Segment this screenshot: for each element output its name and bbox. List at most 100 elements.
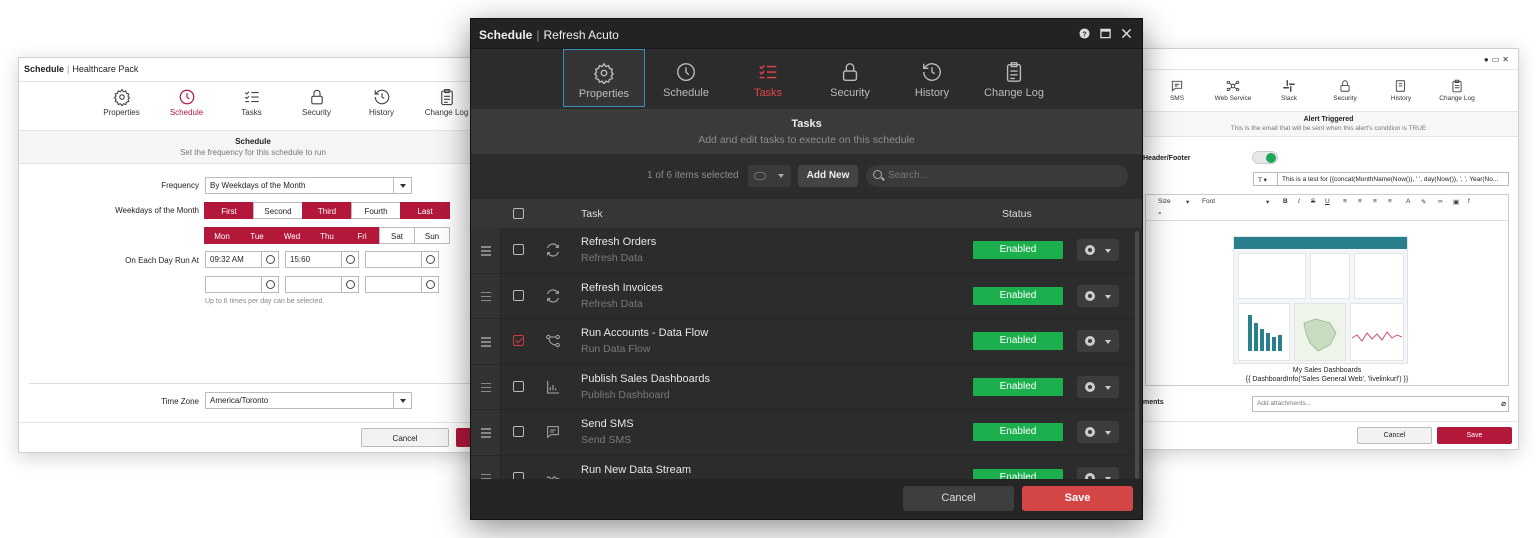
row-checkbox[interactable]: [513, 426, 524, 437]
paperclip-icon[interactable]: ⌀: [1501, 399, 1506, 408]
attachments-input[interactable]: Add attachments...: [1252, 396, 1509, 412]
text-format-select[interactable]: T ▾: [1253, 172, 1279, 186]
timezone-select[interactable]: America/Toronto: [205, 392, 412, 409]
week-pill[interactable]: Fourth: [351, 202, 401, 219]
row-actions-button[interactable]: [1077, 466, 1119, 480]
drag-handle-icon[interactable]: [471, 410, 501, 455]
brush-icon[interactable]: ✎: [1421, 198, 1426, 206]
tab-change-log[interactable]: Change Log: [973, 49, 1055, 107]
tab-web-service[interactable]: Web Service: [1205, 79, 1261, 102]
underline-icon[interactable]: U: [1325, 198, 1330, 205]
bulk-toggle-dropdown[interactable]: [748, 165, 791, 187]
tab-schedule[interactable]: Schedule: [645, 49, 727, 107]
cancel-button[interactable]: Cancel: [1357, 427, 1432, 444]
tab-security[interactable]: Security: [1317, 79, 1373, 102]
week-pill[interactable]: First: [204, 202, 254, 219]
align-center-icon[interactable]: ≡: [1358, 198, 1362, 205]
tab-properties[interactable]: Properties: [89, 88, 154, 117]
clock-icon[interactable]: [421, 277, 438, 292]
time-input-3[interactable]: [365, 251, 439, 268]
row-checkbox[interactable]: [513, 380, 524, 392]
column-task[interactable]: Task: [581, 208, 603, 220]
drag-handle-icon[interactable]: [471, 228, 501, 273]
status-badge[interactable]: Enabled: [973, 332, 1063, 350]
table-row[interactable]: Run New Data Stream Enabled: [471, 455, 1136, 480]
tab-history[interactable]: History: [891, 49, 973, 107]
email-editor[interactable]: Size ▾ Font ▾ B I S U ≡ ≡ ≡ ≡ A ✎ ∞ ▣ f …: [1145, 194, 1509, 386]
link-icon[interactable]: ∞: [1438, 198, 1443, 205]
frequency-select[interactable]: By Weekdays of the Month: [205, 177, 412, 194]
font-select[interactable]: Font: [1202, 198, 1215, 205]
week-pill[interactable]: Third: [302, 202, 352, 219]
row-checkbox[interactable]: [513, 244, 524, 255]
italic-icon[interactable]: I: [1298, 198, 1300, 205]
add-new-button[interactable]: Add New: [798, 165, 858, 187]
justify-icon[interactable]: ≡: [1388, 198, 1392, 205]
help-icon[interactable]: ?: [1079, 28, 1090, 39]
clock-icon[interactable]: [341, 277, 358, 292]
search-input[interactable]: Search...: [866, 165, 1128, 187]
close-icon[interactable]: [1121, 28, 1132, 39]
cancel-button[interactable]: Cancel: [361, 428, 449, 447]
size-select[interactable]: Size: [1158, 198, 1171, 205]
scrollbar[interactable]: [1135, 231, 1139, 479]
tab-tasks[interactable]: Tasks: [219, 88, 284, 117]
time-input-4[interactable]: [205, 276, 279, 293]
image-icon[interactable]: ▣: [1453, 198, 1459, 206]
header-footer-toggle[interactable]: [1252, 151, 1278, 164]
time-input-5[interactable]: [285, 276, 359, 293]
cancel-button[interactable]: Cancel: [903, 486, 1014, 511]
drag-handle-icon[interactable]: [471, 364, 501, 409]
table-row[interactable]: Publish Sales Dashboards Publish Dashboar…: [471, 364, 1136, 410]
status-badge[interactable]: Enabled: [973, 286, 1063, 305]
maximize-icon[interactable]: ▭: [1492, 55, 1503, 64]
align-right-icon[interactable]: ≡: [1373, 198, 1377, 205]
time-input-6[interactable]: [365, 276, 439, 293]
tab-security[interactable]: Security: [809, 49, 891, 107]
week-pill[interactable]: Second: [253, 202, 303, 219]
tab-sms[interactable]: SMS: [1149, 79, 1205, 102]
day-pill[interactable]: Mon: [204, 227, 240, 244]
drag-handle-icon[interactable]: [471, 455, 501, 480]
align-left-icon[interactable]: ≡: [1343, 198, 1347, 205]
status-badge[interactable]: Enabled: [973, 241, 1063, 259]
select-all-checkbox[interactable]: [513, 208, 524, 219]
maximize-icon[interactable]: [1100, 28, 1111, 39]
row-checkbox[interactable]: [513, 335, 524, 346]
tab-history[interactable]: History: [349, 88, 414, 117]
day-pill[interactable]: Sun: [414, 227, 450, 244]
tab-tasks[interactable]: Tasks: [727, 49, 809, 107]
column-status[interactable]: Status: [1002, 208, 1032, 220]
row-checkbox[interactable]: [513, 289, 524, 301]
tab-change-log[interactable]: Change Log: [1429, 79, 1485, 102]
row-actions-button[interactable]: [1077, 284, 1119, 307]
search-icon[interactable]: ⌕: [1158, 210, 1162, 218]
day-pill[interactable]: Thu: [309, 227, 345, 244]
row-actions-button[interactable]: [1077, 375, 1119, 398]
day-pill[interactable]: Fri: [344, 227, 380, 244]
tab-slack[interactable]: Slack: [1261, 79, 1317, 102]
tab-schedule[interactable]: Schedule: [154, 88, 219, 117]
status-badge[interactable]: Enabled: [973, 377, 1063, 396]
table-row[interactable]: Refresh Invoices Refresh Data Enabled: [471, 273, 1136, 319]
tab-security[interactable]: Security: [284, 88, 349, 117]
strikethrough-icon[interactable]: S: [1311, 198, 1315, 205]
day-pill[interactable]: Tue: [239, 227, 275, 244]
close-icon[interactable]: ✕: [1502, 55, 1512, 64]
bold-icon[interactable]: B: [1283, 198, 1288, 205]
clock-icon[interactable]: [261, 252, 278, 267]
row-actions-button[interactable]: [1077, 239, 1119, 261]
table-row[interactable]: Send SMS Send SMS Enabled: [471, 410, 1136, 456]
drag-handle-icon[interactable]: [471, 319, 501, 364]
drag-handle-icon[interactable]: [471, 273, 501, 318]
clock-icon[interactable]: [341, 252, 358, 267]
week-pill[interactable]: Last: [400, 202, 450, 219]
text-color-icon[interactable]: A: [1406, 198, 1410, 205]
clock-icon[interactable]: [421, 252, 438, 267]
row-actions-button[interactable]: [1077, 421, 1119, 443]
status-badge[interactable]: Enabled: [973, 423, 1063, 441]
clock-icon[interactable]: [261, 277, 278, 292]
save-button[interactable]: Save: [1437, 427, 1512, 444]
help-icon[interactable]: ●: [1484, 55, 1492, 64]
tab-properties[interactable]: Properties: [563, 49, 645, 107]
